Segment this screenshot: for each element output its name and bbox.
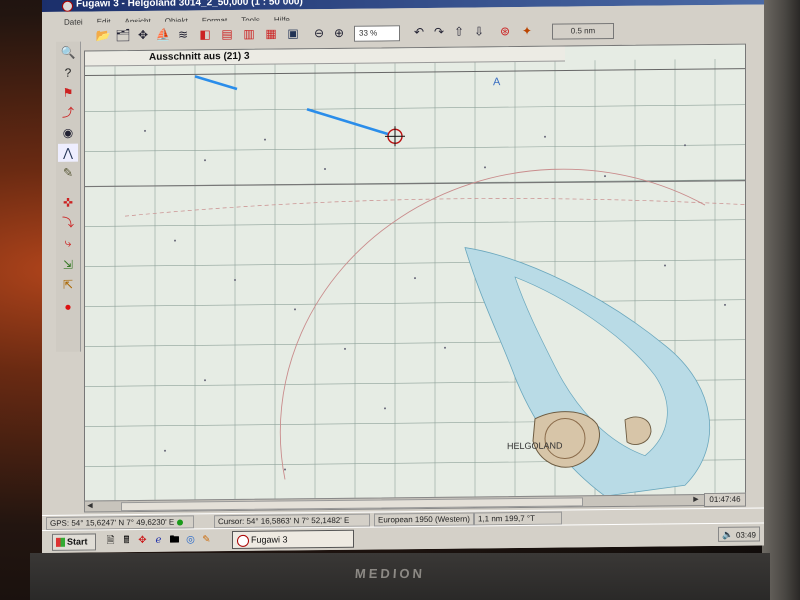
open-icon[interactable]: 📂 [94, 26, 112, 44]
route-list-icon[interactable]: ▥ [240, 25, 258, 43]
time-box: 01:47:46 [704, 492, 746, 508]
info-icon[interactable]: ✦ [518, 22, 536, 40]
media-icon[interactable]: ◎ [184, 533, 197, 546]
status-datum: European 1950 (Western) [374, 512, 474, 527]
route-tool-icon[interactable]: ⤴ [58, 104, 78, 122]
explorer-icon[interactable]: 🖩 [120, 534, 133, 547]
crosshair-tool-icon[interactable]: ✜ [58, 194, 78, 212]
browser-icon[interactable]: ℯ [152, 534, 165, 547]
screen: Fugawi 3 - Helgoland 3014_2_50,000 (1 : … [42, 0, 764, 553]
app-icon[interactable]: ✎ [200, 533, 213, 546]
status-distance: 1,1 nm 199,7 °T [474, 511, 562, 526]
help-tool-icon[interactable]: ? [58, 64, 78, 82]
waypoint-a-icon[interactable]: A [493, 76, 501, 88]
move-icon[interactable]: ✥ [134, 26, 152, 44]
nautical-chart[interactable]: HELGOLAND A [85, 44, 745, 502]
forward-icon[interactable]: ↷ [430, 23, 448, 41]
route-icon[interactable]: ⛵ [154, 26, 172, 44]
map-view[interactable]: HELGOLAND A Ausschnitt aus (21) 3 [84, 43, 746, 503]
zoom-out-icon[interactable]: ⊖ [310, 24, 328, 42]
track-edit-icon[interactable]: ⤷ [58, 234, 78, 252]
map-header-title: Ausschnitt aus (21) 3 [149, 50, 250, 63]
route-edit-icon[interactable]: ⤵ [58, 214, 78, 232]
speaker-icon[interactable]: 🔈 [722, 528, 733, 543]
zoom-in-icon[interactable]: ⊕ [330, 24, 348, 42]
place-label: HELGOLAND [507, 441, 563, 452]
scale-indicator: 0.5 nm [552, 23, 614, 40]
save-icon[interactable]: 🗂 [114, 26, 132, 44]
fugawi-task-icon [237, 534, 249, 547]
select-icon[interactable]: ⋀ [58, 143, 78, 162]
zoom-tool-icon[interactable]: 🔍 [58, 44, 78, 62]
monitor-bezel-right [762, 0, 800, 600]
chart-calibrate-icon[interactable]: ⇲ [58, 256, 78, 274]
gps-record-icon[interactable]: ● [58, 298, 78, 316]
zoom-select[interactable]: 33 % [354, 25, 400, 42]
gps-status-icon [177, 519, 184, 526]
system-tray: 🔈 03:49 [718, 526, 760, 543]
left-toolbar: 🔍 ? ⚑ ⤴ ◉ ⋀ ✎ ✜ ⤵ ⤷ ⇲ ⇱ ● [56, 41, 81, 352]
pencil-icon[interactable]: ✎ [58, 164, 78, 182]
menu-item-0[interactable]: Datei [64, 18, 83, 27]
waypoint-tool-icon[interactable]: ⚑ [58, 84, 78, 102]
track-icon[interactable]: ▦ [262, 25, 280, 43]
fugawi-quicklaunch-icon[interactable]: ✥ [136, 534, 149, 547]
folder-icon[interactable]: 🖿 [168, 534, 181, 547]
tray-clock: 03:49 [735, 530, 756, 540]
waypoint-list-icon[interactable]: ▤ [218, 25, 236, 43]
layers-icon[interactable]: ≋ [174, 25, 192, 43]
up-icon[interactable]: ⇧ [450, 23, 468, 41]
scroll-right-icon[interactable]: ▶ [691, 495, 701, 505]
windows-logo-icon [56, 537, 65, 547]
task-fugawi[interactable]: Fugawi 3 [232, 529, 354, 550]
desktop-icon[interactable]: 🗎 [104, 534, 117, 547]
start-button[interactable]: Start [52, 533, 96, 551]
waypoint-left-icon[interactable]: ◧ [196, 25, 214, 43]
window-title: Fugawi 3 - Helgoland 3014_2_50,000 (1 : … [76, 0, 303, 10]
measure-icon[interactable]: ⇱ [58, 276, 78, 294]
chart-icon[interactable]: ▣ [284, 24, 302, 42]
down-icon[interactable]: ⇩ [470, 22, 488, 40]
camera-icon[interactable]: ◉ [58, 124, 78, 142]
scroll-left-icon[interactable]: ◀ [85, 501, 95, 511]
gps-icon[interactable]: ⊛ [496, 22, 514, 40]
app-logo-icon [62, 0, 73, 12]
back-icon[interactable]: ↶ [410, 23, 428, 41]
monitor-brand: MEDION [354, 566, 426, 581]
